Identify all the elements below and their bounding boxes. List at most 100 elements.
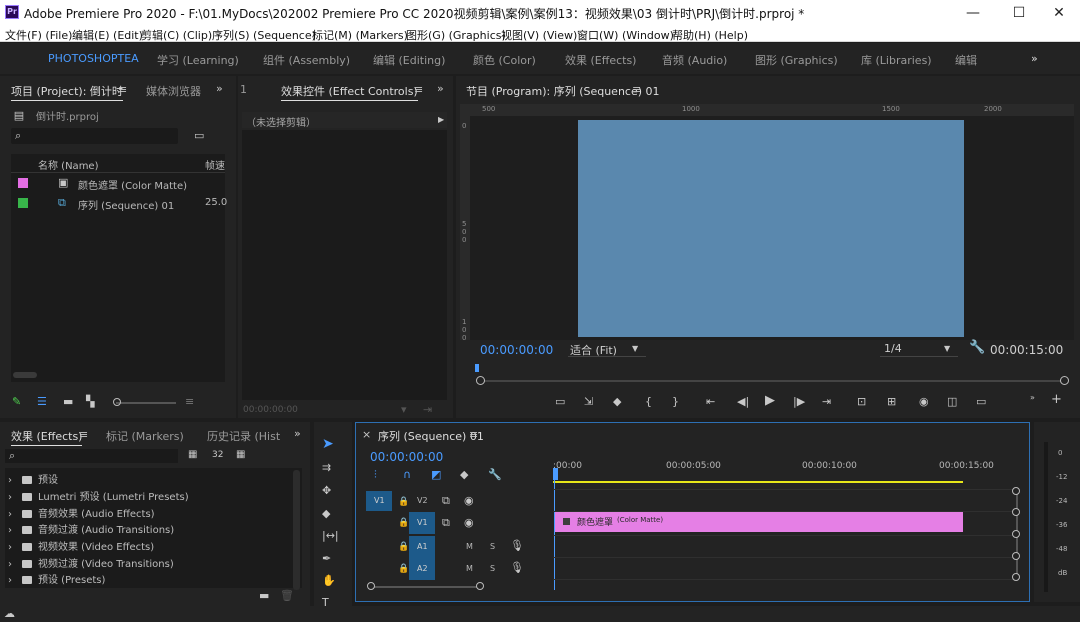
workspace-editing[interactable]: 编辑 (Editing) bbox=[373, 52, 445, 68]
ripple-edit-tool-icon[interactable]: ✥ bbox=[322, 485, 331, 497]
lock-icon[interactable]: 🔒 bbox=[398, 517, 409, 529]
microphone-icon[interactable]: 🎙 bbox=[510, 562, 524, 574]
menu-file[interactable]: 文件(F) (File) bbox=[5, 27, 72, 43]
tab-sequence[interactable]: 序列 (Sequence) 01 bbox=[378, 428, 484, 444]
wrench-icon[interactable]: 🔧 bbox=[969, 341, 985, 354]
panel-menu-icon[interactable]: ≡ bbox=[632, 84, 641, 96]
effects-folder-presets[interactable]: › 预设 bbox=[8, 471, 58, 486]
microphone-icon[interactable]: 🎙 bbox=[510, 540, 524, 552]
workspace-photoshoptea[interactable]: PHOTOSHOPTEA bbox=[48, 52, 139, 65]
scrollbar-handle-right[interactable] bbox=[476, 582, 484, 590]
minimize-button[interactable]: — bbox=[950, 0, 996, 26]
32bit-effects-icon[interactable]: 32 bbox=[212, 449, 223, 461]
lift-icon[interactable]: ⊡ bbox=[857, 396, 866, 408]
column-name-header[interactable]: 名称 (Name) bbox=[38, 157, 98, 172]
overflow-icon[interactable]: » bbox=[437, 83, 444, 95]
menu-window[interactable]: 窗口(W) (Window) bbox=[577, 27, 674, 43]
slip-tool-icon[interactable]: |↔| bbox=[322, 530, 339, 542]
workspace-assembly[interactable]: 组件 (Assembly) bbox=[263, 52, 350, 68]
panel-menu-icon[interactable]: ≡ bbox=[469, 429, 478, 441]
timeline-ruler[interactable]: :00:00 00:00:05:00 00:00:10:00 00:00:15:… bbox=[553, 453, 1013, 483]
tab-effects[interactable]: 效果 (Effects) bbox=[11, 428, 83, 446]
step-back-icon[interactable]: ◀| bbox=[737, 396, 749, 408]
tab-markers[interactable]: 标记 (Markers) bbox=[106, 428, 184, 444]
wrench-icon[interactable]: 🔧 bbox=[488, 469, 502, 481]
marker-icon[interactable]: ◆ bbox=[613, 396, 621, 408]
icon-view-icon[interactable]: ▬ bbox=[63, 396, 73, 408]
track-target-v1[interactable]: V1 bbox=[409, 512, 435, 534]
pencil-icon[interactable]: ✎ bbox=[12, 396, 21, 408]
sync-lock-icon[interactable]: ⧉ bbox=[442, 495, 450, 507]
panel-menu-icon[interactable]: ≡ bbox=[118, 84, 127, 96]
selection-tool-icon[interactable]: ➤ bbox=[322, 437, 334, 451]
vscroll-handle[interactable] bbox=[1012, 487, 1020, 495]
tab-fragment[interactable]: 1 bbox=[240, 83, 247, 96]
tab-effect-controls[interactable]: 效果控件 (Effect Controls) bbox=[281, 83, 418, 101]
effects-search-input[interactable]: ⌕ bbox=[5, 449, 178, 463]
menu-graphics[interactable]: 图形(G) (Graphics) bbox=[406, 27, 506, 43]
effects-folder-lumetri[interactable]: › Lumetri 预设 (Lumetri Presets) bbox=[8, 488, 189, 503]
effects-folder-video-transitions[interactable]: › 视频过渡 (Video Transitions) bbox=[8, 555, 174, 570]
scrubber-end-handle[interactable] bbox=[1060, 376, 1069, 385]
workspace-learning[interactable]: 学习 (Learning) bbox=[157, 52, 239, 68]
vscroll-handle[interactable] bbox=[1012, 508, 1020, 516]
eye-icon[interactable]: ◉ bbox=[464, 495, 474, 507]
hand-tool-icon[interactable]: ✋ bbox=[322, 575, 336, 587]
workspace-graphics[interactable]: 图形 (Graphics) bbox=[755, 52, 838, 68]
step-forward-icon[interactable]: |▶ bbox=[793, 396, 805, 408]
add-button-icon[interactable]: + bbox=[1051, 393, 1062, 406]
vscroll-handle[interactable] bbox=[1012, 573, 1020, 581]
menu-sequence[interactable]: 序列(S) (Sequence) bbox=[212, 27, 316, 43]
column-framerate-header[interactable]: 帧速 bbox=[205, 157, 225, 172]
menu-edit[interactable]: 编辑(E) (Edit) bbox=[72, 27, 143, 43]
scrollbar-handle-left[interactable] bbox=[367, 582, 375, 590]
play-icon[interactable]: ▶ bbox=[765, 394, 775, 407]
project-item-color-matte[interactable]: ▣ 颜色遮罩 (Color Matte) bbox=[11, 174, 225, 192]
overflow-icon[interactable]: » bbox=[1030, 392, 1035, 404]
track-select-tool-icon[interactable]: ⇉ bbox=[322, 462, 331, 474]
workspace-overflow-icon[interactable]: » bbox=[1031, 52, 1038, 65]
list-view-icon[interactable]: ☰ bbox=[37, 396, 47, 408]
work-area-bar[interactable] bbox=[553, 481, 963, 483]
workspace-editing-2[interactable]: 编辑 bbox=[955, 52, 977, 68]
tab-program-monitor[interactable]: 节目 (Program): 序列 (Sequence) 01 bbox=[466, 83, 660, 99]
effects-folder-presets-2[interactable]: › 预设 (Presets) bbox=[8, 571, 105, 586]
playback-scrubber[interactable] bbox=[480, 380, 1066, 382]
mark-out-icon[interactable]: } bbox=[672, 396, 679, 408]
comparison-view-icon[interactable]: ◫ bbox=[947, 396, 957, 408]
scrubber-start-handle[interactable] bbox=[476, 376, 485, 385]
razor-tool-icon[interactable]: ◆ bbox=[322, 508, 330, 520]
magnet-icon[interactable]: ∩ bbox=[403, 469, 411, 481]
monitor-playhead[interactable] bbox=[475, 364, 479, 372]
tab-media-browser[interactable]: 媒体浏览器 bbox=[146, 83, 201, 99]
timeline-timecode[interactable]: 00:00:00:00 bbox=[370, 450, 443, 464]
workspace-audio[interactable]: 音频 (Audio) bbox=[662, 52, 727, 68]
zoom-slider[interactable] bbox=[116, 402, 176, 404]
menu-view[interactable]: 视图(V) (View) bbox=[501, 27, 577, 43]
vscroll-handle[interactable] bbox=[1012, 530, 1020, 538]
sort-icon[interactable]: ≡ bbox=[185, 396, 194, 408]
color-matte-clip[interactable]: 颜色遮罩 (Color Matte) bbox=[555, 512, 963, 532]
mute-button[interactable]: M bbox=[466, 564, 473, 573]
menu-markers[interactable]: 标记(M) (Markers) bbox=[312, 27, 408, 43]
program-monitor-canvas[interactable] bbox=[470, 116, 1074, 340]
mark-in-icon[interactable]: { bbox=[645, 396, 652, 408]
mute-button[interactable]: M bbox=[466, 542, 473, 551]
effects-folder-video-effects[interactable]: › 视频效果 (Video Effects) bbox=[8, 538, 154, 553]
multicam-icon[interactable]: ▭ bbox=[976, 396, 986, 408]
vertical-scrollbar[interactable] bbox=[293, 470, 300, 590]
track-target-a2[interactable]: A2 bbox=[409, 558, 435, 580]
yuv-effects-icon[interactable]: ▦ bbox=[236, 449, 245, 461]
camera-icon[interactable]: ◉ bbox=[919, 396, 929, 408]
vscroll-handle[interactable] bbox=[1012, 552, 1020, 560]
zoom-slider-handle[interactable] bbox=[113, 398, 121, 406]
sync-lock-icon[interactable]: ⧉ bbox=[442, 517, 450, 529]
panel-menu-icon[interactable]: ≡ bbox=[414, 84, 423, 96]
linked-selection-icon[interactable]: ◩ bbox=[431, 469, 441, 481]
pen-tool-icon[interactable]: ✒ bbox=[322, 553, 331, 565]
timeline-horizontal-scrollbar[interactable] bbox=[370, 586, 482, 588]
solo-button[interactable]: S bbox=[490, 542, 495, 551]
horizontal-scrollbar[interactable] bbox=[13, 372, 37, 378]
lock-icon[interactable]: 🔒 bbox=[398, 496, 409, 508]
eye-icon[interactable]: ◉ bbox=[464, 517, 474, 529]
